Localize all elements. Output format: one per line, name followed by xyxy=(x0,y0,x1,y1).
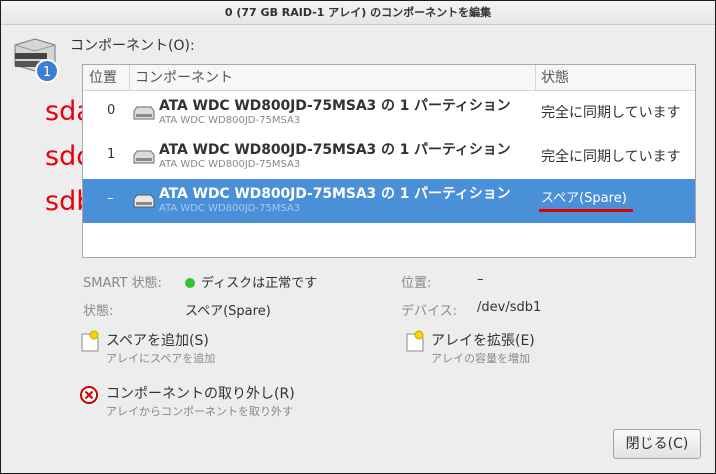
hard-disk-icon xyxy=(133,150,155,164)
table-row[interactable]: 1 ATA WDC WD800JD-75MSA3 の 1 パーティション ATA… xyxy=(83,135,695,179)
hard-disk-icon xyxy=(133,194,155,208)
state-value: スペア(Spare) xyxy=(185,304,271,319)
row-status: 完全に同期しています xyxy=(541,105,681,121)
row-component-name: ATA WDC WD800JD-75MSA3 の 1 パーティション xyxy=(159,142,511,158)
column-header-component[interactable]: コンポーネント xyxy=(129,65,233,91)
add-spare-label: スペアを追加(S) xyxy=(106,333,209,349)
smart-status-text: ディスクは正常です xyxy=(201,276,318,291)
add-document-icon xyxy=(81,330,99,352)
row-component-model: ATA WDC WD800JD-75MSA3 xyxy=(159,203,301,214)
add-spare-button[interactable]: スペアを追加(S) アレイにスペアを追加 xyxy=(80,330,280,366)
add-document-icon xyxy=(406,330,424,352)
remove-icon xyxy=(80,386,98,404)
row-status: スペア(Spare) xyxy=(541,191,627,206)
window-title: 0 (77 GB RAID-1 アレイ) のコンポーネントを編集 xyxy=(1,1,715,25)
row-position: 1 xyxy=(107,147,116,162)
close-button[interactable]: 閉じる(C) xyxy=(613,429,701,459)
row-component-model: ATA WDC WD800JD-75MSA3 xyxy=(159,115,301,126)
table-row-selected[interactable]: – ATA WDC WD800JD-75MSA3 の 1 パーティション ATA… xyxy=(83,179,695,223)
components-table[interactable]: 位置 コンポーネント 状態 0 ATA WDC WD800JD-75MSA3 の… xyxy=(82,64,696,258)
remove-component-button[interactable]: コンポーネントの取り外し(R) アレイからコンポーネントを取り外す xyxy=(80,383,340,419)
device-label: デバイス: xyxy=(401,304,457,319)
table-header: 位置 コンポーネント 状態 xyxy=(83,65,695,91)
smart-status-value: ディスクは正常です xyxy=(185,272,317,291)
column-header-status[interactable]: 状態 xyxy=(535,65,695,91)
expand-array-description: アレイの容量を増加 xyxy=(431,352,530,365)
row-component-name: ATA WDC WD800JD-75MSA3 の 1 パーティション xyxy=(159,98,511,114)
remove-component-description: アレイからコンポーネントを取り外す xyxy=(106,405,293,418)
edit-components-dialog: 0 (77 GB RAID-1 アレイ) のコンポーネントを編集 1 コンポーネ… xyxy=(0,0,716,474)
disk-badge-number: 1 xyxy=(43,65,51,80)
row-component-model: ATA WDC WD800JD-75MSA3 xyxy=(159,159,301,170)
remove-component-label: コンポーネントの取り外し(R) xyxy=(106,386,295,402)
row-status: 完全に同期しています xyxy=(541,149,681,165)
row-position: – xyxy=(107,191,114,206)
smart-status-label: SMART 状態: xyxy=(83,276,162,291)
position-label: 位置: xyxy=(401,276,432,291)
spare-status-underline xyxy=(539,209,633,212)
raid-disk-icon: 1 xyxy=(14,38,59,83)
status-ok-icon xyxy=(185,278,195,288)
hard-disk-icon xyxy=(133,106,155,120)
add-spare-description: アレイにスペアを追加 xyxy=(106,352,216,365)
state-label: 状態: xyxy=(83,304,114,319)
device-value: /dev/sdb1 xyxy=(477,300,542,315)
row-position: 0 xyxy=(107,103,116,118)
column-header-position[interactable]: 位置 xyxy=(89,65,117,91)
position-value: – xyxy=(477,272,484,287)
expand-array-label: アレイを拡張(E) xyxy=(431,333,535,349)
components-heading: コンポーネント(O): xyxy=(70,38,195,54)
row-component-name: ATA WDC WD800JD-75MSA3 の 1 パーティション xyxy=(159,186,511,202)
expand-array-button[interactable]: アレイを拡張(E) アレイの容量を増加 xyxy=(405,330,605,366)
table-row[interactable]: 0 ATA WDC WD800JD-75MSA3 の 1 パーティション ATA… xyxy=(83,91,695,135)
